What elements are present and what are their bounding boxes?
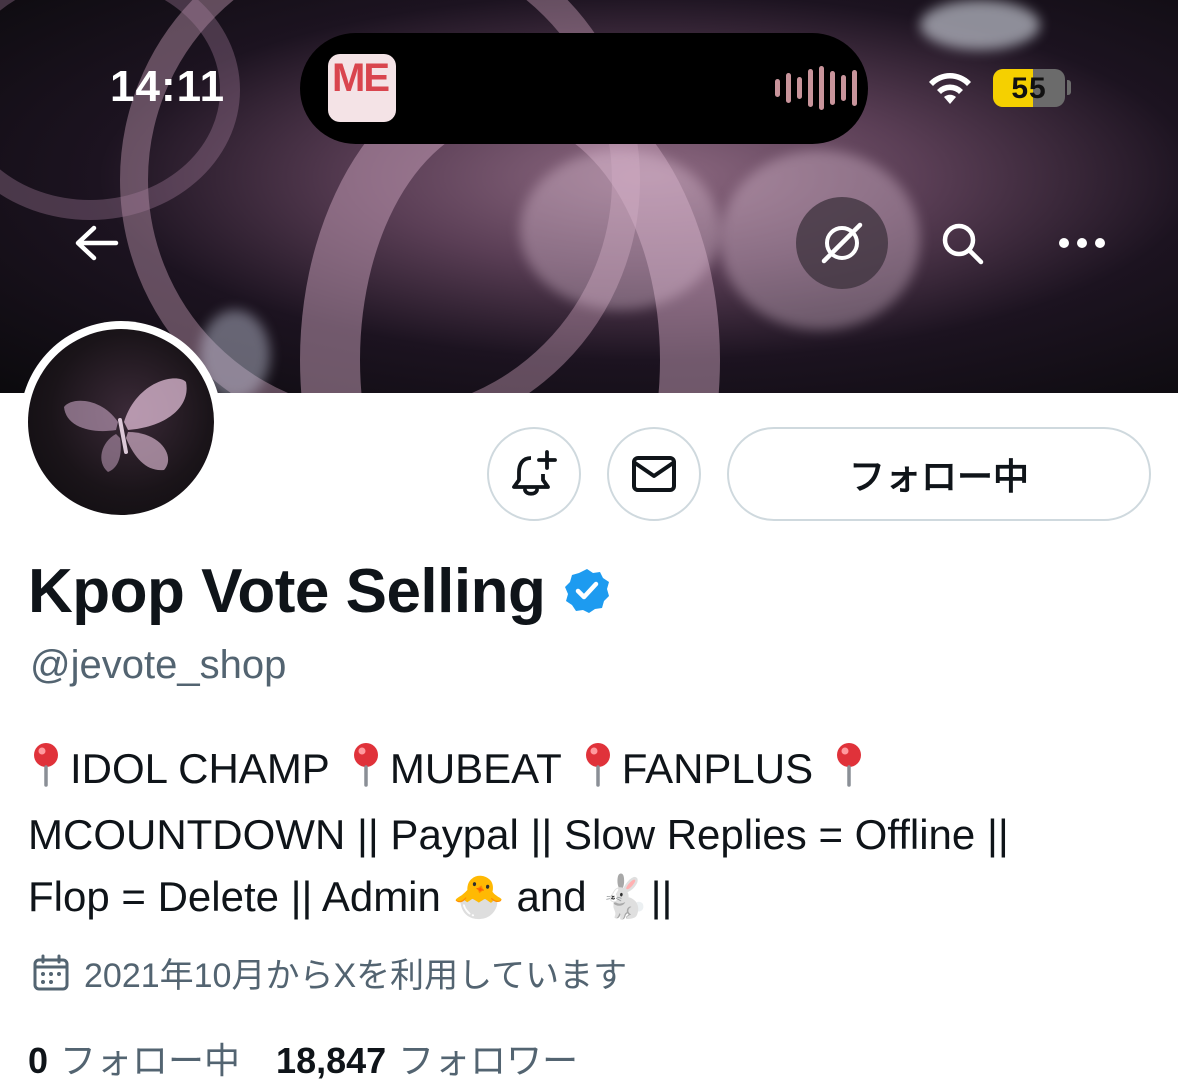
name-row: Kpop Vote Selling xyxy=(28,556,611,627)
hatching-chick-emoji: 🐣 xyxy=(452,873,505,920)
profile-bio: IDOL CHAMP MUBEAT FANPLUS MCOUNTDOWN || Pa… xyxy=(28,738,1138,928)
translate-button[interactable] xyxy=(796,197,888,289)
following-button[interactable]: フォロー中 xyxy=(727,427,1151,521)
bio-text: || xyxy=(650,873,673,920)
following-stat[interactable]: 0 フォロー中 xyxy=(28,1032,240,1084)
globe-slash-icon xyxy=(821,222,863,264)
wifi-icon xyxy=(925,68,975,111)
battery-indicator: 55 xyxy=(993,69,1065,107)
back-button[interactable] xyxy=(50,197,142,289)
bio-text: Flop = Delete || Admin xyxy=(28,873,441,920)
joined-text: 2021年10月からXを利用しています xyxy=(84,957,628,995)
butterfly-icon xyxy=(64,378,187,472)
bio-tag: IDOL CHAMP xyxy=(70,745,330,792)
followers-stat[interactable]: 18,847 フォロワー xyxy=(276,1032,578,1084)
display-name: Kpop Vote Selling xyxy=(28,557,546,626)
pushpin-icon xyxy=(28,741,64,804)
joined-date: 2021年10月からXを利用しています xyxy=(32,948,627,997)
pushpin-icon xyxy=(348,741,384,804)
bio-line-1: IDOL CHAMP MUBEAT FANPLUS xyxy=(28,738,1138,804)
battery-level: 55 xyxy=(1011,72,1047,105)
search-icon xyxy=(942,223,984,265)
artwork-text: ME xyxy=(332,56,390,100)
message-button[interactable] xyxy=(607,427,701,521)
audio-waveform-icon xyxy=(775,66,857,110)
username-handle: @jevote_shop xyxy=(30,643,287,687)
following-label: フォロー中 xyxy=(60,1040,241,1081)
verified-badge-icon[interactable] xyxy=(563,567,611,620)
following-count: 0 xyxy=(28,1040,49,1081)
profile-page: 14:11 ME 55 フォロー中 Kpop Vote Selling @jev… xyxy=(0,0,1178,1084)
notifications-button[interactable] xyxy=(487,427,581,521)
arrow-left-icon xyxy=(75,225,119,261)
calendar-icon xyxy=(33,954,69,990)
bio-tag: FANPLUS xyxy=(621,745,814,792)
pushpin-icon xyxy=(831,741,867,804)
avatar-image xyxy=(28,329,214,515)
search-button[interactable] xyxy=(916,197,1008,289)
status-time: 14:11 xyxy=(110,62,226,111)
battery-tip xyxy=(1067,80,1071,95)
now-playing-artwork[interactable]: ME xyxy=(328,54,396,122)
bio-line-2: MCOUNTDOWN || Paypal || Slow Replies = O… xyxy=(28,811,1009,858)
bio-text: and xyxy=(516,873,587,920)
rabbit-emoji: 🐇 xyxy=(598,873,651,920)
more-button[interactable] xyxy=(1036,197,1128,289)
more-horizontal-icon xyxy=(1059,238,1105,248)
followers-count: 18,847 xyxy=(276,1040,387,1081)
pushpin-icon xyxy=(580,741,616,804)
followers-label: フォロワー xyxy=(398,1040,579,1081)
envelope-icon xyxy=(632,456,676,492)
bell-plus-icon xyxy=(512,450,557,496)
follow-stats: 0 フォロー中 18,847 フォロワー xyxy=(28,1032,578,1084)
bio-tag: MUBEAT xyxy=(389,745,562,792)
profile-avatar[interactable] xyxy=(20,321,222,523)
bio-line-3: Flop = Delete || Admin 🐣 and 🐇|| xyxy=(28,866,1138,928)
